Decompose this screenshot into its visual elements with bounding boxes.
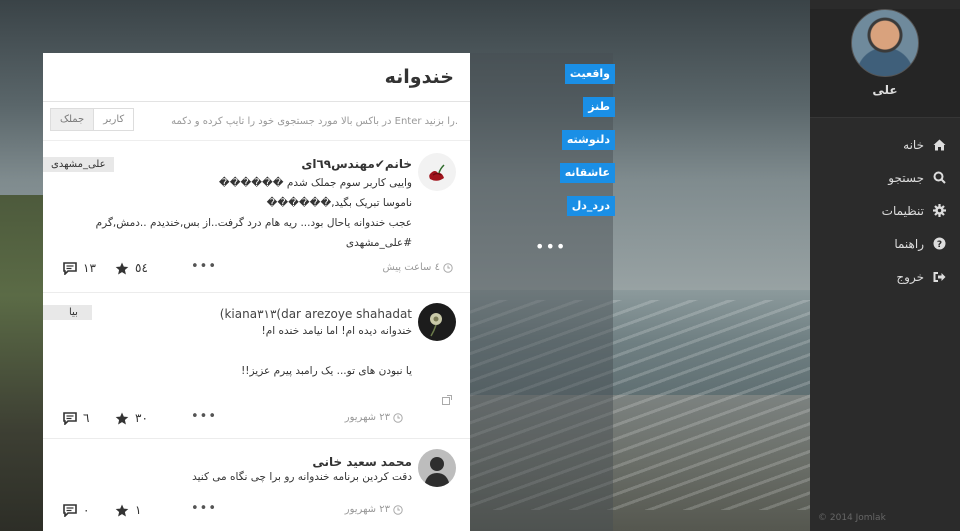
category-tag[interactable]: عاشقانه <box>559 163 615 183</box>
rose-avatar-icon <box>418 153 456 191</box>
sidebar-item-settings[interactable]: تنظیمات <box>810 194 960 227</box>
post-line: دقت کردین برنامه خندوانه رو برا چی نگاه … <box>192 471 412 483</box>
flower-avatar-icon <box>418 303 456 341</box>
comment-count: ٦ <box>83 411 90 425</box>
user-badge[interactable]: بیا <box>43 305 92 320</box>
comment-icon <box>63 503 77 517</box>
post-time: ٢٣ شهریور <box>345 412 403 423</box>
search-hint: در باکس بالا مورد جستجوی خود را تایپ کرد… <box>171 116 458 127</box>
post-author[interactable]: خانم✔مهندس٦٩ای <box>301 157 412 171</box>
post-footer: ٠ ١ ••• ٢٣ شهریور <box>63 501 453 521</box>
sidebar-item-help[interactable]: راهنما ? <box>810 227 960 260</box>
more-categories-icon[interactable]: ••• <box>535 237 566 256</box>
post-item: (kiana٣١٣(dar arezoye shahadat بیا خندوا… <box>43 293 470 439</box>
toggle-user-button[interactable]: کاربر <box>94 109 134 130</box>
post-footer: ٦ ٣٠ ••• ٢٣ شهریور <box>63 395 453 429</box>
star-icon <box>115 262 129 274</box>
post-item: محمد سعید خانی دقت کردین برنامه خندوانه … <box>43 439 470 531</box>
star-icon <box>115 504 129 516</box>
post-line: یا نبودن های تو... یک رامبد پیرم عزیز!! <box>241 365 412 377</box>
default-avatar-icon <box>418 449 456 487</box>
like-button[interactable]: ١ <box>115 503 141 517</box>
like-count: ١ <box>135 503 142 517</box>
clock-icon <box>443 262 453 273</box>
post-body: خندوانه دیده ام! اما نیامد خنده ام! یا ن… <box>241 321 412 381</box>
like-count: ٥٤ <box>135 261 148 275</box>
post-time: ٤ ساعت پیش <box>383 262 454 273</box>
like-button[interactable]: ٥٤ <box>115 261 148 275</box>
user-badge[interactable]: علی_مشهدی <box>43 157 114 172</box>
comment-icon <box>63 261 77 275</box>
category-tag[interactable]: واقعیت <box>564 64 615 84</box>
more-options-icon[interactable]: ••• <box>191 259 217 274</box>
post-line: عجب خندوانه یاحال بود... ریه هام درد گرف… <box>95 217 412 229</box>
comment-icon <box>63 411 77 425</box>
sidebar-item-home[interactable]: خانه <box>810 128 960 161</box>
star-icon <box>115 412 129 424</box>
copyright: © 2014 Jomlak <box>818 513 886 523</box>
category-tags: واقعیت طنز دلنوشته عاشقانه درد_دل <box>559 64 615 229</box>
search-bar: جملک کاربر در باکس بالا مورد جستجوی خود … <box>43 102 470 141</box>
like-count: ٣٠ <box>135 411 148 425</box>
post-line: واییی کاربر سوم جملک شدم ������ <box>218 177 412 189</box>
card-header: خندوانه <box>43 53 470 102</box>
home-icon <box>932 138 946 152</box>
category-tag[interactable]: طنز <box>583 97 615 117</box>
comment-button[interactable]: ٦ <box>63 411 89 425</box>
search-icon <box>932 171 946 185</box>
post-line: خندوانه دیده ام! اما نیامد خنده ام! <box>261 325 412 337</box>
post-author[interactable]: (kiana٣١٣(dar arezoye shahadat <box>220 307 412 321</box>
category-tag[interactable]: درد_دل <box>566 196 615 216</box>
sidebar-menu: خانه جستجو تنظیمات راهنما ? خروج <box>810 128 960 293</box>
sidebar-item-label: خروج <box>896 269 924 284</box>
post-line <box>241 341 412 361</box>
sidebar: علی خانه جستجو تنظیمات راهنما ? خروج © 2… <box>810 0 960 531</box>
clock-icon <box>393 504 403 515</box>
comment-count: ١٣ <box>83 261 96 275</box>
help-icon: ? <box>932 237 946 251</box>
profile-box: علی <box>810 9 960 118</box>
sidebar-item-search[interactable]: جستجو <box>810 161 960 194</box>
reshare-icon[interactable] <box>442 395 452 405</box>
main-card: خندوانه جملک کاربر در باکس بالا مورد جست… <box>43 53 470 531</box>
clock-icon <box>393 412 403 423</box>
category-tag[interactable]: دلنوشته <box>561 130 615 150</box>
post-line: ناموسا تبریک بگید,������ <box>266 197 412 209</box>
post-line: #علی_مشهدی <box>345 237 412 249</box>
post-body: دقت کردین برنامه خندوانه رو برا چی نگاه … <box>192 467 412 487</box>
more-options-icon[interactable]: ••• <box>191 409 217 424</box>
post-footer: ١٣ ٥٤ ••• ٤ ساعت پیش <box>63 259 454 279</box>
logout-icon <box>932 270 946 284</box>
post-time: ٢٣ شهریور <box>345 504 403 515</box>
profile-name[interactable]: علی <box>810 83 960 97</box>
post-body: واییی کاربر سوم جملک شدم ������ ناموسا ت… <box>96 173 412 253</box>
sidebar-item-label: خانه <box>903 137 924 152</box>
page-title: خندوانه <box>384 66 454 88</box>
avatar[interactable] <box>851 9 919 77</box>
more-options-icon[interactable]: ••• <box>191 501 217 516</box>
gear-icon <box>932 204 946 218</box>
sidebar-item-label: راهنما <box>894 236 924 251</box>
post-time-text: ٢٣ شهریور <box>344 504 390 515</box>
post-avatar[interactable] <box>418 153 456 191</box>
post-item: خانم✔مهندس٦٩ای علی_مشهدی واییی کاربر سوم… <box>43 141 470 293</box>
sidebar-item-label: جستجو <box>888 170 924 185</box>
search-type-toggle: جملک کاربر <box>50 108 135 131</box>
like-button[interactable]: ٣٠ <box>115 411 148 425</box>
toggle-post-button[interactable]: جملک <box>51 109 95 130</box>
post-time-text: ٤ ساعت پیش <box>382 262 441 273</box>
sidebar-item-label: تنظیمات <box>881 203 924 218</box>
post-time-text: ٢٣ شهریور <box>344 412 390 423</box>
comment-count: ٠ <box>83 503 90 517</box>
sidebar-item-logout[interactable]: خروج <box>810 260 960 293</box>
post-avatar[interactable] <box>418 303 456 341</box>
post-avatar[interactable] <box>418 449 456 487</box>
comment-button[interactable]: ١٣ <box>63 261 96 275</box>
cliff <box>0 195 48 531</box>
comment-button[interactable]: ٠ <box>63 503 89 517</box>
svg-text:?: ? <box>936 240 941 250</box>
